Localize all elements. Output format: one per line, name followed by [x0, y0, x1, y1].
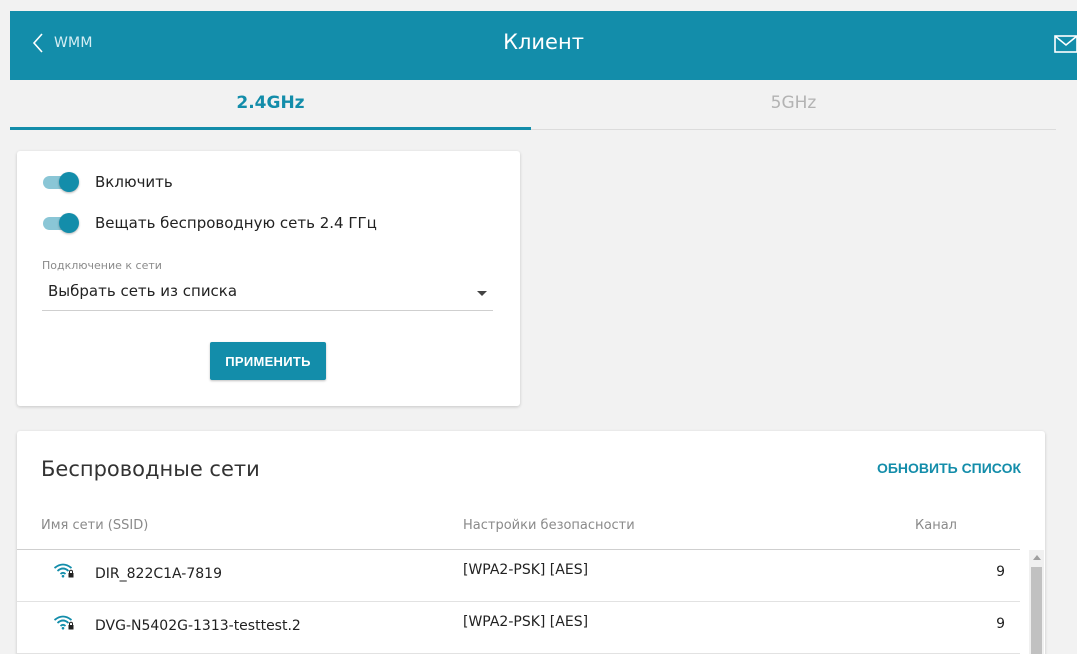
table-row[interactable]: DIR_822C1A-7819 [WPA2-PSK] [AES] 9 — [17, 550, 1020, 602]
broadcast-label: Вещать беспроводную сеть 2.4 ГГц — [95, 214, 377, 232]
enable-toggle[interactable] — [43, 172, 79, 192]
column-header-channel[interactable]: Канал — [915, 518, 957, 533]
tab-5ghz[interactable]: 5GHz — [531, 80, 1056, 130]
enable-label: Включить — [95, 173, 173, 191]
table-row[interactable]: DVG-N5402G-1313-testtest.2 [WPA2-PSK] [A… — [17, 602, 1020, 654]
networks-title: Беспроводные сети — [41, 457, 260, 481]
row-channel: 9 — [996, 564, 1005, 580]
row-security: [WPA2-PSK] [AES] — [463, 562, 589, 578]
connection-select[interactable]: Выбрать сеть из списка — [42, 277, 493, 311]
column-header-security[interactable]: Настройки безопасности — [463, 518, 635, 533]
connection-select-value: Выбрать сеть из списка — [48, 282, 238, 300]
client-settings-card: Включить Вещать беспроводную сеть 2.4 ГГ… — [17, 151, 520, 406]
wifi-lock-icon — [53, 614, 75, 634]
mail-icon[interactable] — [1054, 35, 1077, 57]
band-tabs: 2.4GHz 5GHz — [10, 80, 1056, 130]
wifi-lock-icon — [53, 562, 75, 582]
broadcast-toggle[interactable] — [43, 213, 79, 233]
row-security: [WPA2-PSK] [AES] — [463, 614, 589, 630]
row-ssid: DVG-N5402G-1313-testtest.2 — [95, 618, 301, 634]
broadcast-row: Вещать беспроводную сеть 2.4 ГГц — [43, 213, 377, 233]
row-channel: 9 — [996, 616, 1005, 632]
wireless-networks-card: Беспроводные сети ОБНОВИТЬ СПИСОК Имя се… — [17, 431, 1045, 654]
apply-button[interactable]: ПРИМЕНИТЬ — [210, 342, 326, 380]
caret-down-icon — [477, 291, 487, 296]
connection-caption: Подключение к сети — [42, 259, 162, 272]
column-header-ssid[interactable]: Имя сети (SSID) — [41, 518, 148, 533]
top-bar: WMM Клиент — [10, 11, 1077, 80]
scroll-thumb[interactable] — [1031, 567, 1042, 654]
refresh-list-button[interactable]: ОБНОВИТЬ СПИСОК — [877, 460, 1021, 476]
page-title: Клиент — [503, 30, 584, 54]
enable-row: Включить — [43, 172, 173, 192]
scroll-up-icon[interactable] — [1033, 555, 1041, 560]
row-ssid: DIR_822C1A-7819 — [95, 566, 222, 582]
tab-2-4ghz[interactable]: 2.4GHz — [10, 80, 531, 130]
table-scrollbar[interactable] — [1029, 550, 1044, 654]
